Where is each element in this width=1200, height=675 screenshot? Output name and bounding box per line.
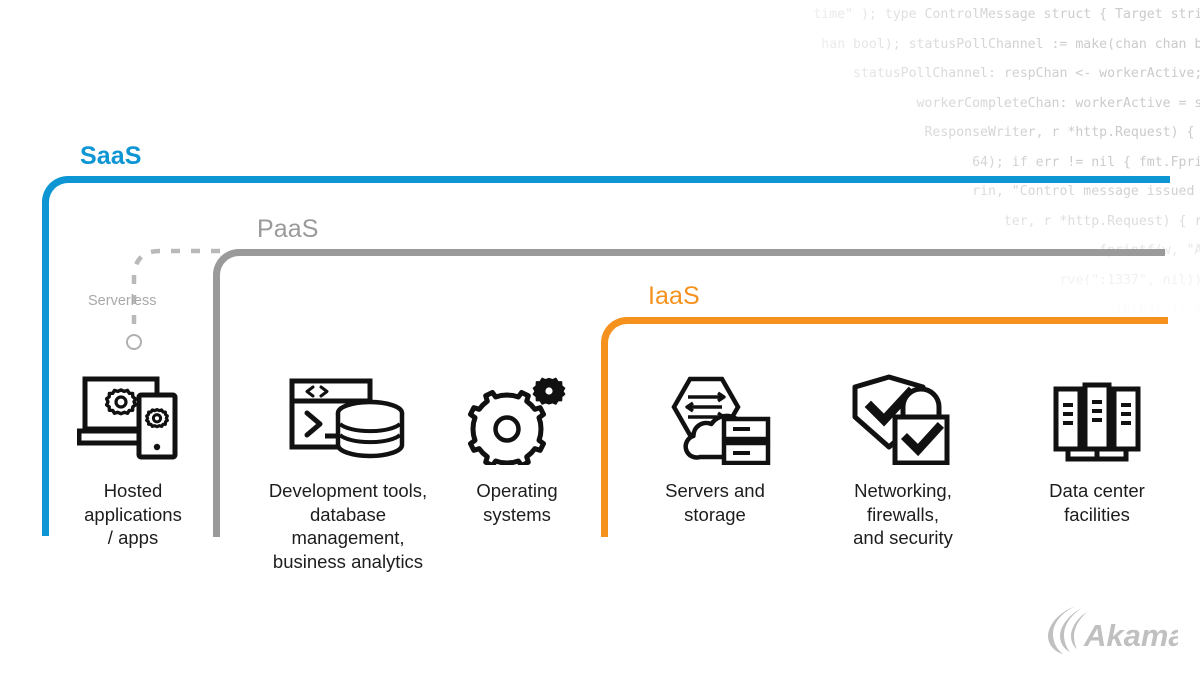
code-line: statusPollChannel: respChan <- workerAct…: [853, 66, 1200, 81]
column-networking-security: Networking, firewalls, and security: [828, 355, 978, 550]
serverless-dashed-path: [131, 248, 220, 333]
gears-icon: [452, 355, 582, 465]
code-line: han bool); statusPollChannel := make(cha…: [821, 36, 1200, 52]
column-servers-storage: Servers and storage: [640, 355, 790, 526]
server-racks-icon: [1022, 355, 1172, 465]
column-hosted-applications: Hosted applications / apps: [62, 355, 204, 550]
column-caption: Hosted applications / apps: [84, 480, 182, 548]
cloud-server-network-icon: [640, 355, 790, 465]
laptop-phone-gears-icon: [62, 355, 204, 465]
column-caption: Data center facilities: [1049, 480, 1145, 525]
code-line: workerCompleteChan: workerActive = statu…: [916, 95, 1200, 111]
diagram-canvas: time" ); type ControlMessage struct { Ta…: [0, 0, 1200, 675]
code-window-database-icon: [252, 355, 444, 465]
paas-tier-label: PaaS: [257, 215, 319, 243]
akamai-wave-mark: [1048, 606, 1087, 654]
saas-tier-label: SaaS: [80, 142, 142, 170]
serverless-endpoint-circle: [126, 334, 142, 350]
akamai-wordmark: Akamai: [1083, 618, 1178, 653]
column-data-center: Data center facilities: [1022, 355, 1172, 526]
column-caption: Networking, firewalls, and security: [853, 480, 953, 548]
column-caption: Operating systems: [476, 480, 558, 525]
akamai-logo: Akamai: [1046, 602, 1196, 661]
code-line: 64); if err != nil { fmt.Fprintf(w,: [972, 154, 1200, 170]
shield-padlock-icon: [828, 355, 978, 465]
iaas-tier-label: IaaS: [648, 282, 700, 310]
serverless-label: Serverless: [88, 293, 157, 309]
column-operating-systems: Operating systems: [452, 355, 582, 526]
code-line: time" ); type ControlMessage struct { Ta…: [813, 7, 1200, 22]
column-caption: Servers and storage: [665, 480, 765, 525]
column-caption: Development tools, database management, …: [268, 480, 428, 572]
column-development-tools: Development tools, database management, …: [252, 355, 444, 573]
code-line: ResponseWriter, r *http.Request) { hostT…: [924, 125, 1195, 140]
